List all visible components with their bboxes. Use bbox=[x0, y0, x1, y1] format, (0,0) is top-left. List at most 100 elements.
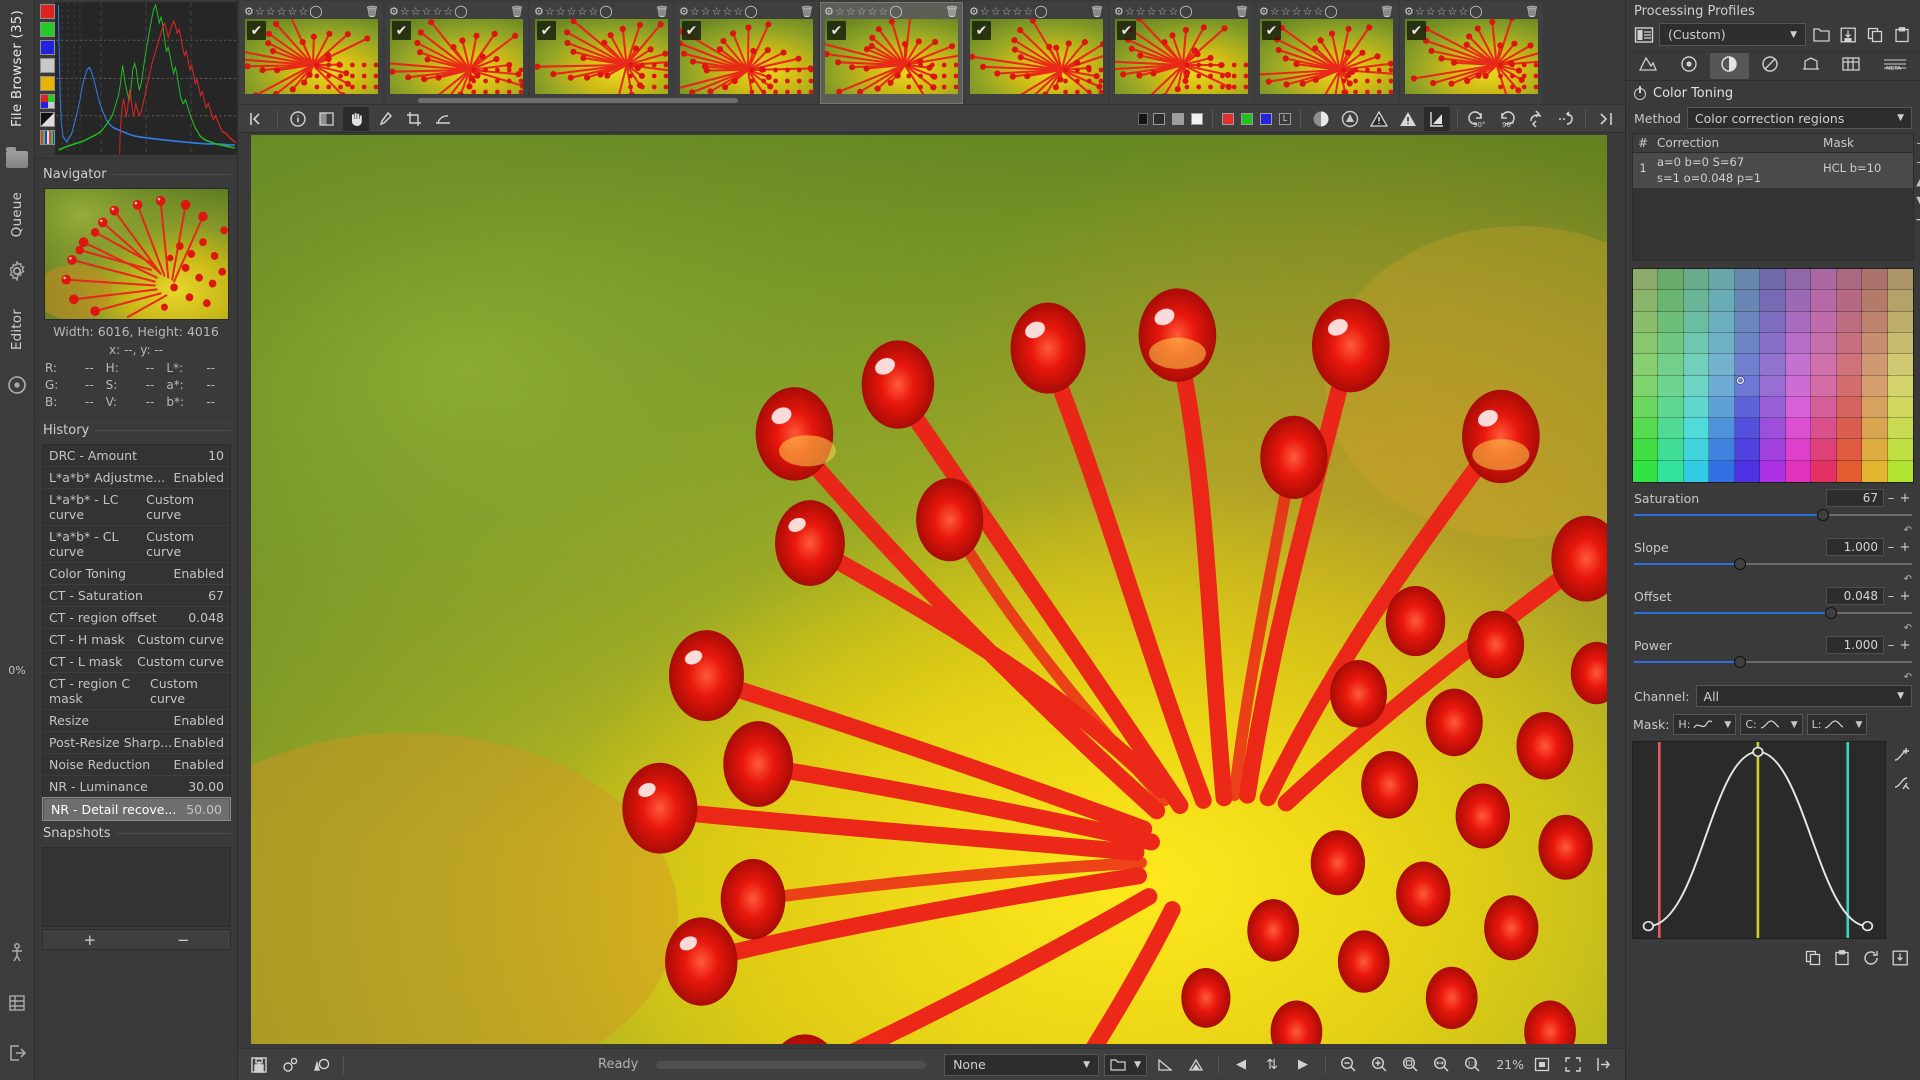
thumbnail-image[interactable]: ✔ bbox=[390, 19, 523, 94]
color-swatch[interactable] bbox=[1733, 310, 1762, 334]
luminance-mask-curve[interactable]: L: ▼ bbox=[1806, 714, 1868, 736]
color-swatch[interactable] bbox=[1784, 459, 1813, 484]
thumbnail-image[interactable]: ✔ bbox=[1405, 19, 1538, 94]
history-row[interactable]: Color Toning Enabled bbox=[43, 563, 230, 585]
load-profile-button[interactable] bbox=[1810, 23, 1833, 46]
slider-reset-icon[interactable]: ↶ bbox=[1904, 623, 1912, 634]
gear-icon[interactable] bbox=[7, 260, 27, 285]
star-icon[interactable]: ☆ bbox=[1136, 5, 1146, 18]
thumbnail-image[interactable]: ✔ bbox=[1115, 19, 1248, 94]
zoom-100-button[interactable]: 1:1 bbox=[1459, 1053, 1485, 1077]
slider-decrement[interactable]: – bbox=[1884, 491, 1898, 506]
detail-window-icon[interactable] bbox=[1591, 1053, 1617, 1077]
move-down-button[interactable]: ▼ bbox=[1916, 194, 1920, 207]
image-canvas[interactable] bbox=[238, 132, 1625, 1049]
thumbnail-check-icon[interactable]: ✔ bbox=[1407, 21, 1426, 40]
color-swatch[interactable] bbox=[1861, 310, 1889, 334]
slider-value[interactable]: 0.048 bbox=[1826, 587, 1884, 606]
color-swatch[interactable] bbox=[1708, 459, 1736, 484]
luminance-indicator-icon[interactable]: L bbox=[1277, 107, 1293, 131]
green-indicator-icon[interactable] bbox=[1239, 107, 1255, 131]
gear-rank-icon[interactable]: ⚙ bbox=[244, 5, 254, 18]
star-icon[interactable]: ☆ bbox=[1313, 5, 1323, 18]
color-swatch[interactable] bbox=[1708, 310, 1736, 334]
star-icon[interactable]: ☆ bbox=[1292, 5, 1302, 18]
channel-select[interactable]: All ▼ bbox=[1695, 685, 1912, 708]
star-icon[interactable]: ☆ bbox=[701, 5, 711, 18]
star-icon[interactable]: ☆ bbox=[857, 5, 867, 18]
color-swatch[interactable] bbox=[1886, 374, 1915, 398]
flip-horizontal-icon[interactable] bbox=[1552, 107, 1578, 131]
highlight-clip-icon[interactable] bbox=[1183, 1053, 1209, 1077]
color-swatch[interactable] bbox=[1861, 289, 1889, 313]
preferences-icon[interactable] bbox=[8, 994, 26, 1016]
color-swatch[interactable] bbox=[1631, 395, 1660, 420]
previous-image-button[interactable]: ◀ bbox=[1228, 1053, 1254, 1077]
circle-icon[interactable]: ◯ bbox=[889, 4, 902, 18]
slider-increment[interactable]: + bbox=[1898, 540, 1912, 555]
star-icon[interactable]: ☆ bbox=[588, 5, 598, 18]
paste-profile-button[interactable] bbox=[1891, 23, 1914, 46]
star-icon[interactable]: ☆ bbox=[556, 5, 566, 18]
color-swatch[interactable] bbox=[1886, 459, 1915, 484]
star-icon[interactable]: ☆ bbox=[255, 5, 265, 18]
thumbnail-check-icon[interactable]: ✔ bbox=[682, 21, 701, 40]
color-swatch[interactable] bbox=[1708, 438, 1736, 462]
star-icon[interactable]: ☆ bbox=[411, 5, 421, 18]
star-icon[interactable]: ☆ bbox=[980, 5, 990, 18]
star-icon[interactable]: ☆ bbox=[1168, 5, 1178, 18]
slider-reset-icon[interactable]: ↶ bbox=[1904, 672, 1912, 683]
star-icon[interactable]: ☆ bbox=[1448, 5, 1458, 18]
exit-icon[interactable] bbox=[8, 1044, 27, 1066]
color-swatch[interactable] bbox=[1682, 331, 1711, 356]
profile-select[interactable]: (Custom) ▼ bbox=[1659, 23, 1806, 46]
filmstrip-thumbnail[interactable]: ⚙ ☆ ☆ ☆ ☆ ☆ ◯ 🗑 ✔ bbox=[385, 2, 528, 105]
crop-frame-icon[interactable] bbox=[1529, 1053, 1555, 1077]
clipping-shadows-icon[interactable] bbox=[1366, 107, 1392, 131]
zoom-fit-button[interactable] bbox=[1397, 1053, 1423, 1077]
color-swatch[interactable] bbox=[1682, 417, 1711, 441]
color-swatch[interactable] bbox=[1682, 438, 1711, 462]
blue-indicator-icon[interactable] bbox=[1258, 107, 1274, 131]
star-icon[interactable]: ☆ bbox=[1158, 5, 1168, 18]
histogram-raw-toggle[interactable] bbox=[40, 94, 55, 109]
color-swatch[interactable] bbox=[1631, 353, 1660, 377]
color-swatch[interactable] bbox=[1657, 268, 1685, 292]
color-swatch[interactable] bbox=[1657, 438, 1685, 462]
move-up-button[interactable]: ▲ bbox=[1916, 175, 1920, 188]
star-icon[interactable]: ☆ bbox=[266, 5, 276, 18]
slider-value[interactable]: 67 bbox=[1826, 489, 1884, 508]
color-swatch[interactable] bbox=[1631, 331, 1660, 356]
color-correction-grid[interactable] bbox=[1631, 268, 1915, 484]
filmstrip-scrollbar[interactable] bbox=[418, 98, 738, 104]
color-swatch[interactable] bbox=[1733, 459, 1762, 484]
color-swatch[interactable] bbox=[1759, 417, 1787, 441]
indicator-mid-swatch[interactable] bbox=[1151, 107, 1167, 131]
fullscreen-icon[interactable] bbox=[1560, 1053, 1586, 1077]
color-swatch[interactable] bbox=[1708, 331, 1736, 356]
color-swatch[interactable] bbox=[1835, 268, 1864, 292]
copy-curve-icon[interactable] bbox=[1802, 947, 1825, 970]
color-swatch[interactable] bbox=[1810, 268, 1838, 292]
color-swatch[interactable] bbox=[1708, 268, 1736, 292]
folder-icon[interactable] bbox=[6, 147, 28, 168]
color-swatch[interactable] bbox=[1759, 268, 1787, 292]
show-mask-button[interactable]: ➜ bbox=[1916, 213, 1920, 226]
thumbnail-check-icon[interactable]: ✔ bbox=[1262, 21, 1281, 40]
slider-track[interactable] bbox=[1634, 508, 1912, 522]
copy-profile-button[interactable] bbox=[1864, 23, 1887, 46]
filmstrip-thumbnail[interactable]: ⚙ ☆ ☆ ☆ ☆ ☆ ◯ 🗑 ✔ bbox=[1110, 2, 1253, 105]
next-image-button[interactable]: ▶ bbox=[1290, 1053, 1316, 1077]
color-swatch[interactable] bbox=[1631, 268, 1660, 292]
color-swatch[interactable] bbox=[1759, 331, 1787, 356]
zoom-out-button[interactable] bbox=[1335, 1053, 1361, 1077]
color-swatch[interactable] bbox=[1886, 417, 1915, 441]
histogram-red-toggle[interactable] bbox=[40, 4, 55, 19]
color-swatch[interactable] bbox=[1861, 417, 1889, 441]
slider-decrement[interactable]: – bbox=[1884, 589, 1898, 604]
slider-track[interactable] bbox=[1634, 606, 1912, 620]
color-swatch[interactable] bbox=[1886, 353, 1915, 377]
star-icon[interactable]: ☆ bbox=[1023, 5, 1033, 18]
color-swatch[interactable] bbox=[1886, 289, 1915, 313]
histogram-luminance-toggle[interactable] bbox=[40, 58, 55, 73]
